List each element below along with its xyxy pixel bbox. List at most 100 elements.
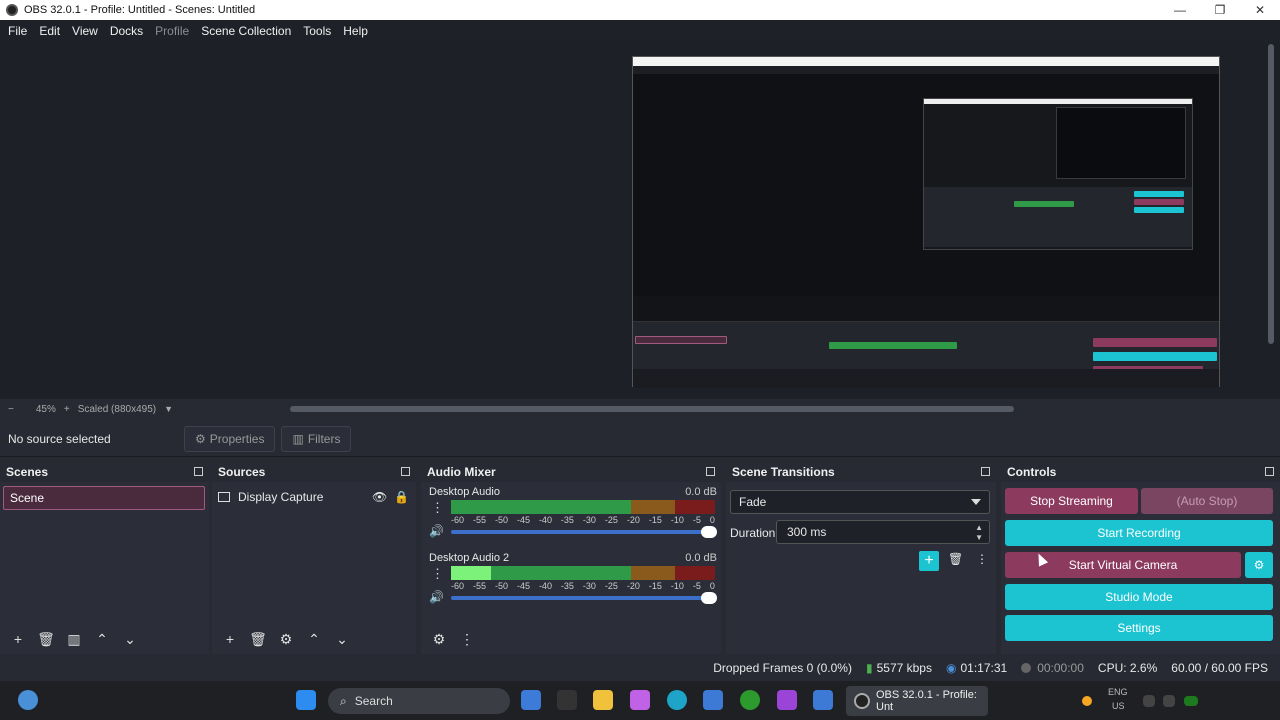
stream-time-value: 01:17:31: [960, 661, 1008, 675]
mail-icon[interactable]: [813, 690, 833, 710]
source-properties-button[interactable]: ⚙: [274, 627, 298, 651]
remove-transition-button[interactable]: 🗑: [948, 552, 963, 566]
stop-streaming-button[interactable]: Stop Streaming: [1005, 488, 1138, 514]
cpu-usage: CPU: 2.6%: [1097, 661, 1158, 675]
chevron-down-icon[interactable]: ▼: [164, 404, 173, 414]
menu-file[interactable]: File: [2, 24, 33, 38]
task-view-icon[interactable]: [521, 690, 541, 710]
maximize-icon[interactable]: ❐: [1200, 0, 1240, 20]
undock-icon[interactable]: [194, 467, 203, 476]
close-icon[interactable]: ✕: [1240, 0, 1280, 20]
undock-icon[interactable]: [981, 467, 990, 476]
filters-button[interactable]: ▥ Filters: [281, 425, 352, 452]
scene-item[interactable]: Scene: [3, 486, 205, 510]
duration-spinbox[interactable]: 300 ms ▲ ▼: [776, 520, 990, 544]
windows-start-icon[interactable]: [296, 690, 316, 710]
store-icon[interactable]: [703, 690, 723, 710]
wifi-icon[interactable]: [1143, 695, 1155, 707]
add-transition-button[interactable]: +: [919, 551, 939, 571]
undock-icon[interactable]: [706, 467, 715, 476]
edge-icon[interactable]: [667, 690, 687, 710]
minimize-icon[interactable]: —: [1160, 0, 1200, 20]
slider-handle[interactable]: [701, 592, 717, 604]
spin-down-icon[interactable]: ▼: [975, 533, 983, 542]
file-explorer-icon[interactable]: [593, 690, 613, 710]
menu-edit[interactable]: Edit: [33, 24, 66, 38]
scene-filters-button[interactable]: ▥: [62, 627, 86, 651]
zoom-in-button[interactable]: +: [64, 404, 70, 415]
record-icon: [1021, 663, 1032, 673]
volume-slider[interactable]: [451, 526, 717, 538]
audio-mixer-title: Audio Mixer: [427, 465, 496, 479]
channel-db: 0.0 dB: [685, 486, 717, 498]
remove-scene-button[interactable]: 🗑: [34, 627, 58, 651]
weather-icon[interactable]: [18, 690, 38, 710]
app-icon[interactable]: [777, 690, 797, 710]
preview-horizontal-scrollbar[interactable]: [290, 406, 1014, 412]
speaker-icon[interactable]: 🔊: [429, 524, 444, 538]
studio-mode-button[interactable]: Studio Mode: [1005, 584, 1273, 610]
copilot-icon[interactable]: [630, 690, 650, 710]
spin-up-icon[interactable]: ▲: [975, 523, 983, 532]
obs-logo-icon: [6, 4, 18, 16]
obs-taskbar-button[interactable]: OBS 32.0.1 - Profile: Unt: [846, 686, 988, 716]
source-item[interactable]: Display Capture 👁 🔒: [218, 486, 414, 508]
mixer-channel: Desktop Audio 0.0 dB ⋮ -60 -55 -50 -45 -40 -3…: [429, 486, 717, 546]
mixer-menu-button[interactable]: ⋮: [455, 627, 479, 651]
start-recording-button[interactable]: Start Recording: [1005, 520, 1273, 546]
add-source-button[interactable]: +: [218, 627, 242, 651]
volume-icon[interactable]: [1163, 695, 1175, 707]
menu-scene-collection[interactable]: Scene Collection: [195, 24, 297, 38]
menu-tools[interactable]: Tools: [297, 24, 337, 38]
preview-nested-titlebar: [633, 57, 1219, 66]
slider-handle[interactable]: [701, 526, 717, 538]
menu-help[interactable]: Help: [337, 24, 374, 38]
kebab-menu-icon[interactable]: ⋮: [431, 566, 444, 582]
no-source-label: No source selected: [8, 431, 111, 446]
bitrate-status: ▮ 5577 kbps: [866, 661, 932, 675]
tray-icon[interactable]: [1082, 696, 1092, 706]
meter-ticks: -60 -55 -50 -45 -40 -35 -30 -25 -20 -15 -10 -5 0: [451, 581, 715, 591]
preview-vertical-scrollbar[interactable]: [1268, 44, 1274, 344]
volume-meter: [451, 500, 715, 514]
language-indicator[interactable]: ENG: [1108, 687, 1128, 697]
epic-games-icon[interactable]: [557, 690, 577, 710]
kebab-menu-icon[interactable]: ⋮: [431, 500, 444, 516]
record-time-status: 00:00:00: [1021, 661, 1084, 675]
volume-slider[interactable]: [451, 592, 717, 604]
move-down-button[interactable]: ⌄: [330, 627, 354, 651]
speaker-icon[interactable]: 🔊: [429, 590, 444, 604]
sources-dock-header: Sources: [212, 462, 416, 482]
zoom-out-button[interactable]: −: [8, 404, 14, 415]
program-preview[interactable]: [632, 56, 1220, 388]
virtual-camera-config-button[interactable]: ⚙: [1245, 552, 1273, 578]
obs-task-label: OBS 32.0.1 - Profile: Unt: [876, 689, 977, 713]
add-scene-button[interactable]: +: [6, 627, 30, 651]
taskbar-search[interactable]: ⌕ Search: [328, 688, 510, 714]
remove-source-button[interactable]: 🗑: [246, 627, 270, 651]
channel-name: Desktop Audio: [429, 486, 500, 498]
xbox-icon[interactable]: [740, 690, 760, 710]
lock-icon[interactable]: 🔒: [394, 490, 409, 504]
filters-label: Filters: [307, 431, 341, 446]
menu-view[interactable]: View: [66, 24, 104, 38]
properties-button[interactable]: ⚙ Properties: [184, 425, 276, 452]
search-icon: ⌕: [340, 693, 347, 708]
menu-docks[interactable]: Docks: [104, 24, 149, 38]
eye-icon[interactable]: 👁: [372, 490, 387, 504]
undock-icon[interactable]: [401, 467, 410, 476]
menu-profile[interactable]: Profile: [149, 24, 195, 38]
move-up-button[interactable]: ⌃: [90, 627, 114, 651]
stream-icon: ◉: [945, 661, 957, 675]
auto-stop-button[interactable]: (Auto Stop): [1141, 488, 1273, 514]
advanced-audio-button[interactable]: ⚙: [427, 627, 451, 651]
move-up-button[interactable]: ⌃: [302, 627, 326, 651]
transition-select[interactable]: Fade: [730, 490, 990, 514]
battery-icon[interactable]: [1184, 696, 1198, 706]
undock-icon[interactable]: [1265, 467, 1274, 476]
channel-name: Desktop Audio 2: [429, 552, 510, 564]
move-down-button[interactable]: ⌄: [118, 627, 142, 651]
transition-menu-button[interactable]: ⋮: [976, 552, 988, 566]
gear-icon: ⚙: [1253, 558, 1265, 572]
settings-button[interactable]: Settings: [1005, 615, 1273, 641]
